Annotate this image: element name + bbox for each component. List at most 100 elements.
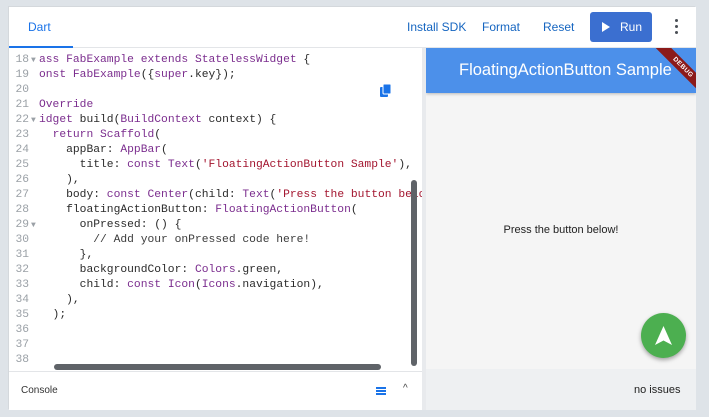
code-text: onPressed: () { [39,218,182,233]
code-text: return Scaffold( [39,128,161,143]
run-button-label: Run [620,20,643,34]
code-text: floatingActionButton: FloatingActionButt… [39,203,358,218]
code-token: AppBar [120,144,162,156]
line-number: 20 [15,84,29,96]
code-line[interactable]: 21 Override [9,98,422,113]
code-token: ( [154,129,162,141]
toolbar: Dart Install SDK Format Reset Run [9,7,696,48]
code-token: const [106,189,148,201]
code-token: child: [39,279,128,291]
code-text: backgroundColor: Colors.green, [39,263,283,278]
code-line[interactable]: 37 [9,338,422,353]
line-number: 37 [15,339,29,351]
code-line[interactable]: 19 onst FabExample({super.key}); [9,68,422,83]
line-number: 21 [15,99,29,111]
code-line[interactable]: 23 return Scaffold( [9,128,422,143]
horizontal-scrollbar[interactable] [54,364,381,370]
line-number: 36 [15,324,29,336]
code-token: Text [242,189,270,201]
code-token: Override [39,99,94,111]
code-editor[interactable]: 18 ▼ ass FabExample extends StatelessWidge… [9,48,422,371]
code-line[interactable]: 35 ); [9,308,422,323]
code-line[interactable]: 24 appBar: AppBar( [9,143,422,158]
code-line[interactable]: 36 [9,323,422,338]
code-text: // Add your onPressed code here! [39,233,310,248]
play-icon [602,22,610,32]
line-number: 30 [15,234,29,246]
code-token: BuildContext [120,114,202,126]
code-token: StatelessWidget [194,54,297,66]
code-token: Text [167,159,195,171]
code-token: floatingActionButton: [39,204,216,216]
code-line[interactable]: 25 title: const Text('FloatingActionButt… [9,158,422,173]
code-token: { [296,54,311,66]
code-token: extends [133,54,195,66]
console-label: Console [21,385,58,396]
line-number: 22 [15,114,29,126]
line-number: 35 [15,309,29,321]
code-text: }, [39,248,94,263]
vertical-scrollbar[interactable] [411,180,417,366]
code-line[interactable]: 33 child: const Icon(Icons.navigation), [9,278,422,293]
issues-status: no issues [634,384,681,396]
run-button[interactable]: Run [590,12,652,42]
code-token: FabExample [66,54,134,66]
fold-arrow-icon[interactable]: ▼ [31,218,36,233]
code-token: .green, [235,264,284,276]
line-number: 23 [15,129,29,141]
copy-icon[interactable] [380,84,392,98]
code-line[interactable]: 26 ), [9,173,422,188]
code-token: Icon [167,279,195,291]
line-number: 31 [15,249,29,261]
code-token: ( [194,279,202,291]
more-vert-icon[interactable] [673,19,679,35]
code-line[interactable]: 18 ▼ ass FabExample extends StatelessWidge… [9,53,422,68]
code-line[interactable]: 28 floatingActionButton: FloatingActionB… [9,203,422,218]
code-token: body: [39,189,107,201]
code-line[interactable]: 32 backgroundColor: Colors.green, [9,263,422,278]
code-token: 'FloatingActionButton Sample' [201,159,399,171]
line-number: 33 [15,279,29,291]
code-text: body: const Center(child: Text('Press th… [39,188,422,203]
code-line[interactable]: 22 ▼ idget build(BuildContext context) { [9,113,422,128]
code-token: idget [39,114,73,126]
code-text: ), [39,293,80,308]
install-sdk-button[interactable]: Install SDK [407,20,466,34]
fold-arrow-icon[interactable]: ▼ [31,53,36,68]
line-number: 26 [15,174,29,186]
floating-action-button[interactable] [641,313,686,358]
code-token: FloatingActionButton [215,204,351,216]
code-token: const [127,159,168,171]
code-token: (child: [188,189,243,201]
code-line[interactable]: 34 ), [9,293,422,308]
navigation-icon [655,326,672,345]
code-line[interactable]: 27 body: const Center(child: Text('Press… [9,188,422,203]
app-preview: FloatingActionButton Sample DEBUG Press … [426,48,696,369]
line-number: 18 [15,54,29,66]
code-text: onst FabExample({super.key}); [39,68,236,83]
code-token: .key}); [188,69,236,81]
code-line[interactable]: 29 ▼ onPressed: () { [9,218,422,233]
code-line[interactable]: 30 // Add your onPressed code here! [9,233,422,248]
code-token: 'Press the button belo [276,189,422,201]
code-token: Icons [201,279,236,291]
fold-arrow-icon[interactable]: ▼ [31,113,36,128]
list-icon[interactable] [376,387,386,395]
code-text: idget build(BuildContext context) { [39,113,276,128]
line-number: 24 [15,144,29,156]
code-token: Colors [194,264,236,276]
code-line[interactable]: 20 [9,83,422,98]
code-token: Center [147,189,189,201]
format-button[interactable]: Format [482,20,520,34]
reset-button[interactable]: Reset [543,20,574,34]
code-token: return [52,129,101,141]
code-text: title: const Text('FloatingActionButton … [39,158,412,173]
console-panel: Console ^ [9,371,422,410]
tab-dart[interactable]: Dart [9,7,73,48]
code-token: FabExample [72,69,141,81]
line-number: 25 [15,159,29,171]
code-token: .navigation), [235,279,324,291]
code-line[interactable]: 31 }, [9,248,422,263]
chevron-up-icon[interactable]: ^ [403,383,408,394]
code-token: // Add your onPressed code here! [39,234,311,246]
